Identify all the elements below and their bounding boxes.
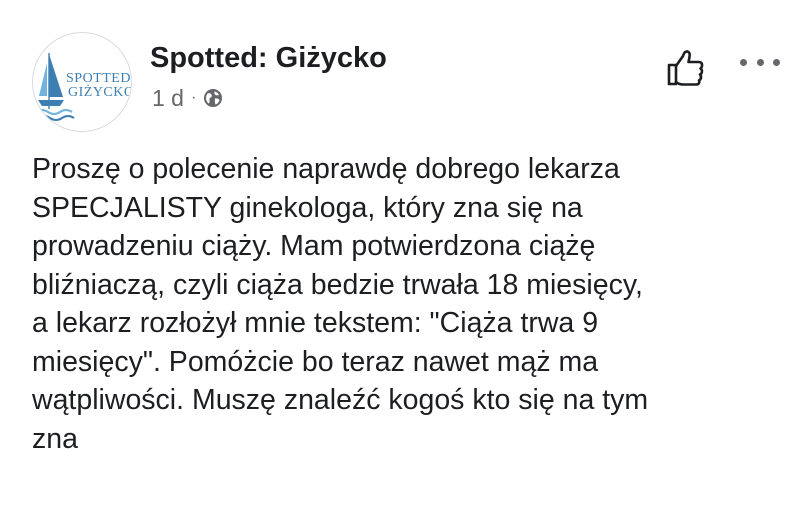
avatar-text-spotted: SPOTTED: [66, 71, 131, 86]
post-timestamp[interactable]: 1 d: [152, 85, 184, 112]
more-dot: [756, 58, 764, 66]
avatar-text-gizycko: GIŻYCKO: [68, 85, 132, 100]
post-text: Proszę o polecenie naprawdę dobrego leka…: [32, 150, 784, 458]
more-options-icon[interactable]: [740, 54, 780, 70]
avatar[interactable]: SPOTTED GIŻYCKO: [32, 32, 132, 132]
post-meta: 1 d ·: [152, 84, 223, 112]
post-text-line: a lekarz rozłożył mnie tekstem: "Ciąża t…: [32, 307, 599, 339]
more-dot: [773, 58, 780, 66]
post-text-line: prowadzeniu ciąży. Mam potwierdzona ciąż…: [32, 230, 596, 262]
post-text-line: miesięcy". Pomóżcie bo teraz nawet mąż m…: [32, 345, 599, 378]
post-text-line: SPECJALISTY ginekologa, który zna się na: [32, 191, 583, 224]
meta-separator: ·: [190, 89, 197, 106]
post-text-line: wątpliwości. Muszę znaleźć kogoś kto się…: [32, 384, 649, 416]
facebook-post: SPOTTED GIŻYCKO Spotted: Giżycko 1 d · P…: [0, 0, 800, 524]
more-dot: [740, 58, 747, 66]
post-text-line: zna: [32, 422, 78, 455]
globe-icon: [204, 89, 223, 107]
post-text-line: Proszę o polecenie naprawdę dobrego leka…: [32, 153, 620, 185]
post-text-line: bliźniaczą, czyli ciąża bedzie trwała 18…: [32, 268, 643, 301]
page-name-link[interactable]: Spotted: Giżycko: [150, 40, 387, 76]
thumbs-up-icon[interactable]: [665, 48, 707, 88]
